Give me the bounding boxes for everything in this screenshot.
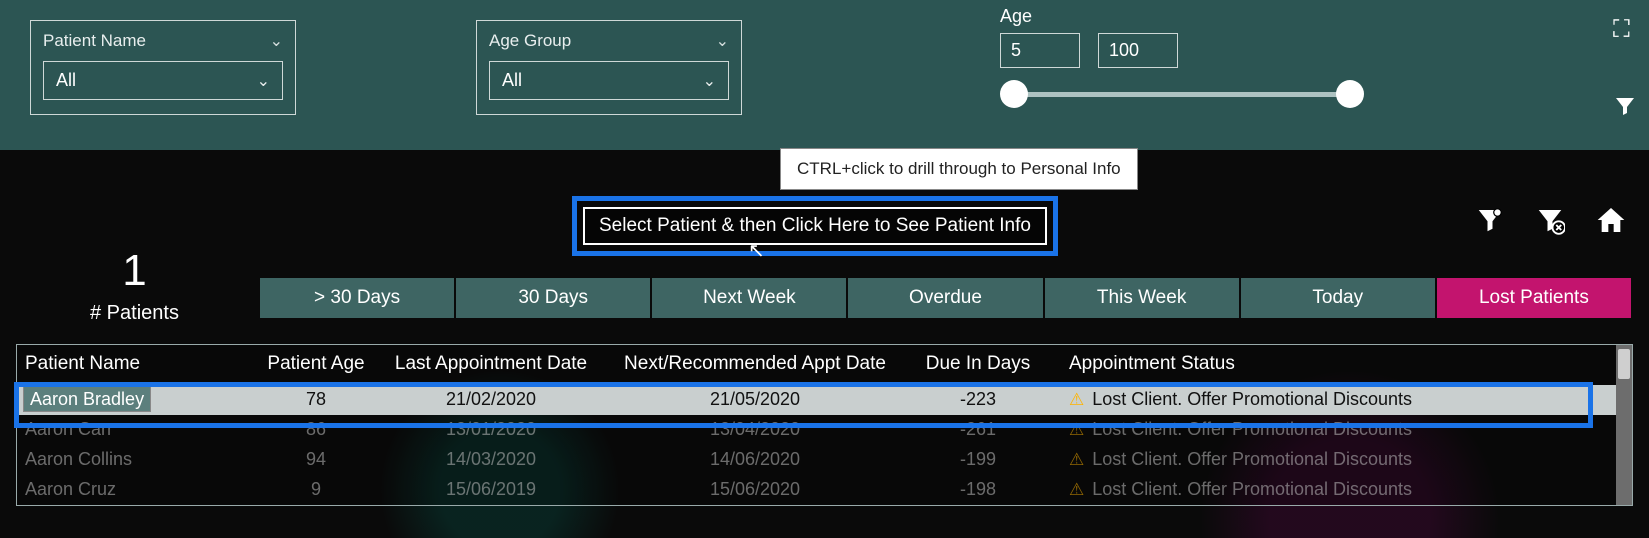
- cell-due-days: -223: [903, 389, 1053, 410]
- patients-table: Patient Name Patient Age Last Appointmen…: [16, 344, 1633, 506]
- select-patient-highlight: Select Patient & then Click Here to See …: [572, 196, 1058, 256]
- chevron-down-icon: ⌄: [716, 31, 729, 51]
- age-slider-filter: Age 5 100: [1000, 6, 1360, 106]
- table-scrollbar[interactable]: [1616, 345, 1632, 505]
- cell-due-days: -198: [903, 479, 1053, 500]
- age-label: Age: [1000, 6, 1360, 27]
- col-last-appt[interactable]: Last Appointment Date: [375, 353, 607, 375]
- chevron-down-icon: ⌄: [270, 31, 283, 51]
- warning-icon: ⚠: [1069, 420, 1084, 440]
- cell-patient-name: Aaron Bradley: [23, 386, 151, 412]
- cell-next-appt: 15/06/2020: [607, 479, 903, 500]
- tab-gt30days[interactable]: > 30 Days: [260, 278, 454, 318]
- cell-next-appt: 14/06/2020: [607, 449, 903, 470]
- patient-count-label: # Patients: [90, 302, 179, 325]
- clear-filter-icon[interactable]: [1535, 205, 1565, 242]
- cell-due-days: -261: [903, 419, 1053, 440]
- edge-icons: ⛶: [1613, 16, 1637, 125]
- dashboard-actions: [1475, 204, 1627, 243]
- cell-status: Lost Client. Offer Promotional Discounts: [1092, 419, 1412, 439]
- cell-last-appt: 21/02/2020: [375, 389, 607, 410]
- table-row[interactable]: Aaron Cruz 9 15/06/2019 15/06/2020 -198 …: [17, 475, 1632, 505]
- cell-status: Lost Client. Offer Promotional Discounts: [1092, 449, 1412, 469]
- chevron-down-icon: ⌄: [257, 71, 270, 91]
- warning-icon: ⚠: [1069, 450, 1084, 470]
- cell-patient-name: Aaron Collins: [25, 449, 257, 470]
- tab-overdue[interactable]: Overdue: [848, 278, 1042, 318]
- col-appt-status[interactable]: Appointment Status: [1053, 353, 1624, 375]
- status-tabs: > 30 Days 30 Days Next Week Overdue This…: [260, 278, 1631, 318]
- cell-patient-age: 94: [257, 449, 375, 470]
- cell-last-appt: 14/03/2020: [375, 449, 607, 470]
- fullscreen-icon[interactable]: ⛶: [1613, 16, 1637, 44]
- age-group-filter: Age Group ⌄ All ⌄: [476, 20, 742, 115]
- col-patient-name[interactable]: Patient Name: [25, 353, 257, 375]
- col-next-appt[interactable]: Next/Recommended Appt Date: [607, 353, 903, 375]
- patient-count-value: 1: [90, 246, 179, 296]
- patient-count-card: 1 # Patients: [90, 246, 179, 325]
- slider-track: [1010, 92, 1350, 97]
- chevron-down-icon: ⌄: [703, 71, 716, 91]
- cell-patient-name: Aaron Carr: [25, 419, 257, 440]
- select-patient-button[interactable]: Select Patient & then Click Here to See …: [583, 207, 1047, 245]
- cell-patient-age: 9: [257, 479, 375, 500]
- age-group-value: All: [502, 70, 522, 91]
- patient-name-label: Patient Name: [43, 31, 146, 51]
- age-group-label: Age Group: [489, 31, 571, 51]
- home-icon[interactable]: [1595, 204, 1627, 243]
- age-min-input[interactable]: 5: [1000, 33, 1080, 68]
- warning-icon: ⚠: [1069, 390, 1084, 410]
- age-group-select[interactable]: All ⌄: [489, 61, 729, 100]
- cell-due-days: -199: [903, 449, 1053, 470]
- table-row[interactable]: Aaron Bradley 78 21/02/2020 21/05/2020 -…: [17, 385, 1632, 415]
- cell-status: Lost Client. Offer Promotional Discounts: [1092, 479, 1412, 499]
- filter-bar: Patient Name ⌄ All ⌄ Age Group ⌄ All ⌄ A…: [0, 0, 1649, 150]
- table-header: Patient Name Patient Age Last Appointmen…: [17, 345, 1632, 385]
- patient-name-select[interactable]: All ⌄: [43, 61, 283, 100]
- patient-name-filter: Patient Name ⌄ All ⌄: [30, 20, 296, 115]
- warning-icon: ⚠: [1069, 480, 1084, 500]
- cell-last-appt: 15/06/2019: [375, 479, 607, 500]
- patient-name-value: All: [56, 70, 76, 91]
- col-patient-age[interactable]: Patient Age: [257, 353, 375, 375]
- cell-next-appt: 21/05/2020: [607, 389, 903, 410]
- cell-last-appt: 13/01/2020: [375, 419, 607, 440]
- tab-next-week[interactable]: Next Week: [652, 278, 846, 318]
- filter-icon[interactable]: [1613, 94, 1637, 125]
- cell-patient-name: Aaron Cruz: [25, 479, 257, 500]
- cell-status: Lost Client. Offer Promotional Discounts: [1092, 389, 1412, 409]
- tab-this-week[interactable]: This Week: [1045, 278, 1239, 318]
- cell-patient-age: 78: [257, 389, 375, 410]
- tab-lost-patients[interactable]: Lost Patients: [1437, 278, 1631, 318]
- age-slider[interactable]: [1010, 82, 1350, 106]
- cell-patient-age: 86: [257, 419, 375, 440]
- table-row[interactable]: Aaron Collins 94 14/03/2020 14/06/2020 -…: [17, 445, 1632, 475]
- slider-thumb-min[interactable]: [1000, 80, 1028, 108]
- table-row[interactable]: Aaron Carr 86 13/01/2020 13/04/2020 -261…: [17, 415, 1632, 445]
- filter-settings-icon[interactable]: [1475, 205, 1505, 242]
- tab-today[interactable]: Today: [1241, 278, 1435, 318]
- drillthrough-tooltip: CTRL+click to drill through to Personal …: [780, 148, 1138, 190]
- cell-next-appt: 13/04/2020: [607, 419, 903, 440]
- age-max-input[interactable]: 100: [1098, 33, 1178, 68]
- scrollbar-thumb[interactable]: [1618, 349, 1630, 379]
- col-due-days[interactable]: Due In Days: [903, 353, 1053, 375]
- tab-30days[interactable]: 30 Days: [456, 278, 650, 318]
- slider-thumb-max[interactable]: [1336, 80, 1364, 108]
